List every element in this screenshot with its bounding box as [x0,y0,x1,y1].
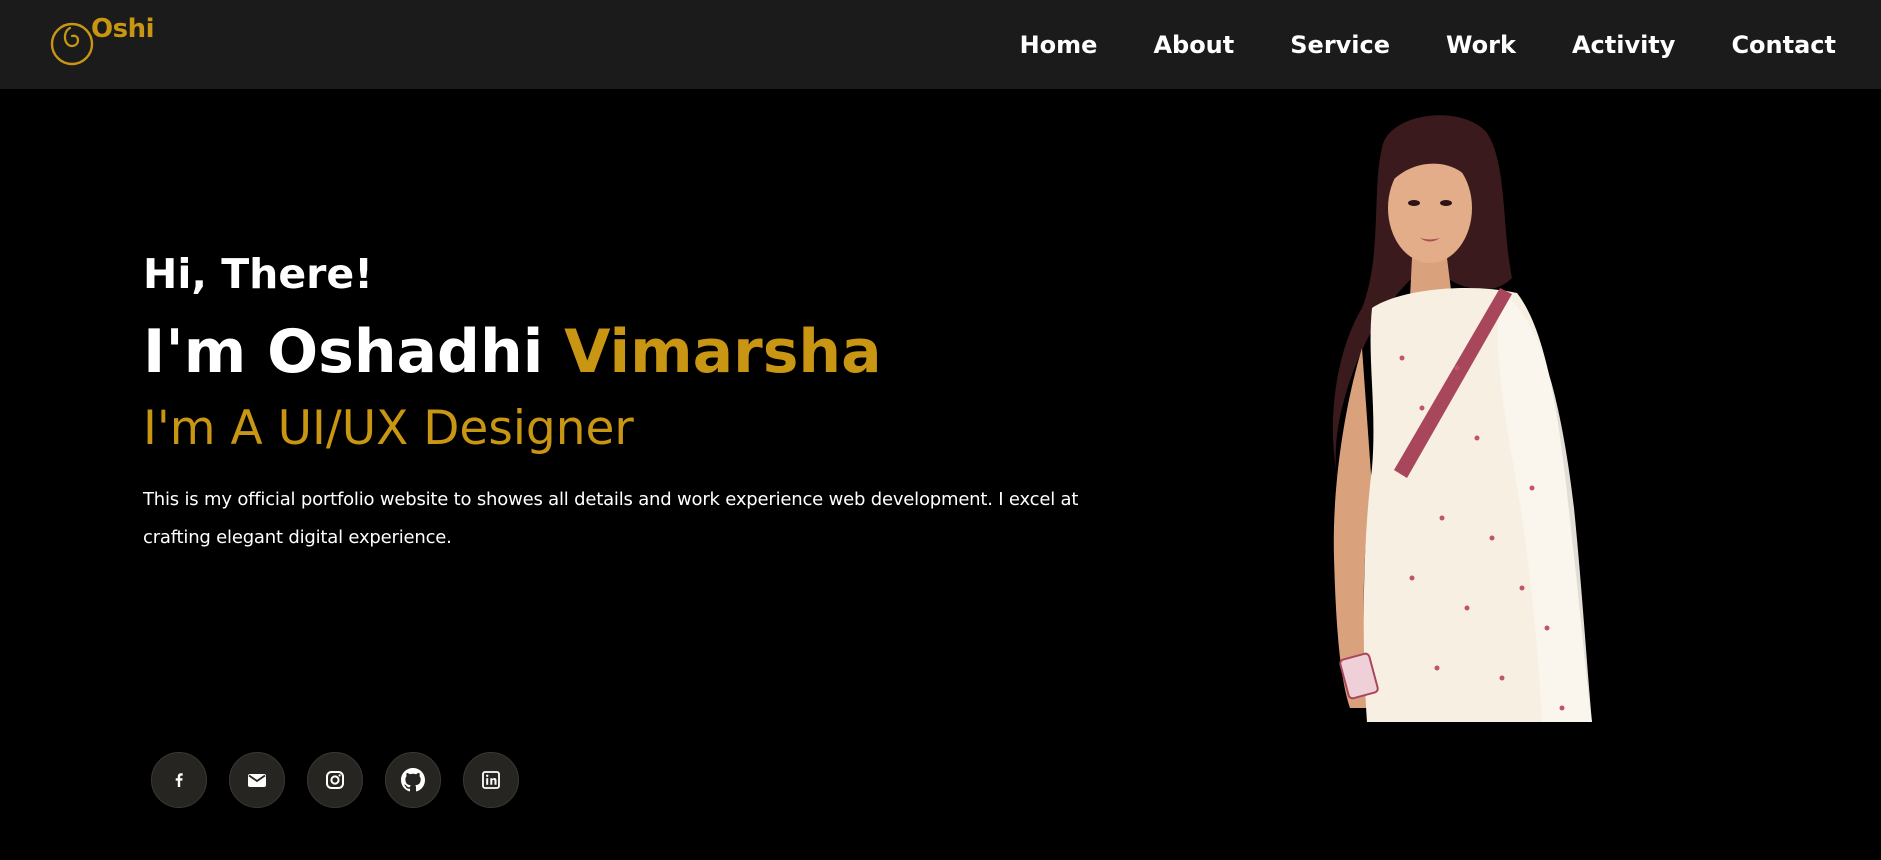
nav-about-link[interactable]: About [1153,31,1234,59]
hero-intro: Hi, There! I'm Oshadhi Vimarsha I'm A UI… [143,245,1123,575]
linkedin-icon [482,771,500,789]
portrait-illustration [1332,115,1592,722]
facebook-button[interactable] [151,752,207,808]
github-button[interactable] [385,752,441,808]
hero-name-heading: I'm Oshadhi Vimarsha [143,313,1123,391]
profile-photo [1262,108,1622,722]
hero-bio: This is my official portfolio website to… [143,489,1079,548]
hero-name-prefix: I'm Oshadhi [143,317,544,387]
facebook-icon [175,773,183,787]
linkedin-button[interactable] [463,752,519,808]
nav-activity-link[interactable]: Activity [1572,31,1676,59]
nav-contact-link[interactable]: Contact [1731,31,1836,59]
instagram-icon [326,771,344,789]
social-links [151,752,519,808]
hero-name-highlight: Vimarsha [564,317,882,387]
main-navigation: Home About Service Work Activity Contact [1020,0,1836,89]
email-icon [248,774,266,787]
github-icon [401,768,425,792]
site-logo[interactable]: Oshi [50,14,160,74]
top-navbar: Oshi Home About Service Work Activity Co… [0,0,1881,89]
hero-greeting: Hi, There! [143,250,373,298]
nav-service-link[interactable]: Service [1290,31,1390,59]
email-button[interactable] [229,752,285,808]
nav-home-link[interactable]: Home [1020,31,1098,59]
logo-text: Oshi [91,14,155,44]
nav-work-link[interactable]: Work [1446,31,1516,59]
hero-role: I'm A UI/UX Designer [143,401,634,456]
instagram-button[interactable] [307,752,363,808]
